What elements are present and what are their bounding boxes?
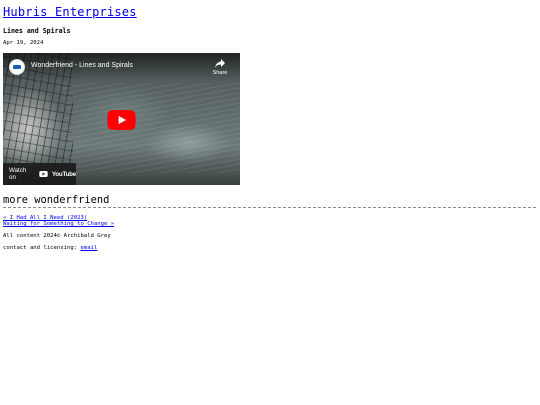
video-embed[interactable]: Wonderfriend - Lines and Spirals Share W… — [3, 53, 240, 185]
channel-avatar[interactable] — [9, 59, 25, 75]
share-label: Share — [212, 70, 228, 76]
next-post-link[interactable]: Waiting for Something to Change » — [3, 221, 114, 227]
play-icon[interactable] — [107, 110, 136, 130]
copyright-text: All content 2024© Archibald Grey — [3, 233, 111, 239]
contact-line: contact and licensing: email — [3, 245, 97, 251]
youtube-wordmark: YouTube — [51, 170, 76, 178]
more-heading: more wonderfriend — [3, 194, 536, 208]
site-title: Hubris Enterprises — [3, 5, 137, 19]
video-title[interactable]: Wonderfriend - Lines and Spirals — [31, 62, 133, 69]
share-icon — [215, 59, 225, 68]
contact-label: contact and licensing: — [3, 245, 78, 251]
email-link[interactable]: email — [80, 245, 97, 251]
post-title: Lines and Spirals — [3, 27, 71, 35]
watch-on-label: Watch on — [9, 167, 27, 181]
watch-on-youtube-button[interactable]: Watch on YouTube — [3, 163, 76, 185]
share-button[interactable]: Share — [210, 59, 230, 76]
site-title-link[interactable]: Hubris Enterprises — [3, 5, 137, 19]
youtube-logo-icon — [39, 171, 48, 177]
post-navigation: « I Had All I Need (2023) Waiting for So… — [3, 215, 114, 228]
post-date: Apr 19, 2024 — [3, 40, 44, 46]
video-thumbnail-water — [63, 83, 240, 173]
